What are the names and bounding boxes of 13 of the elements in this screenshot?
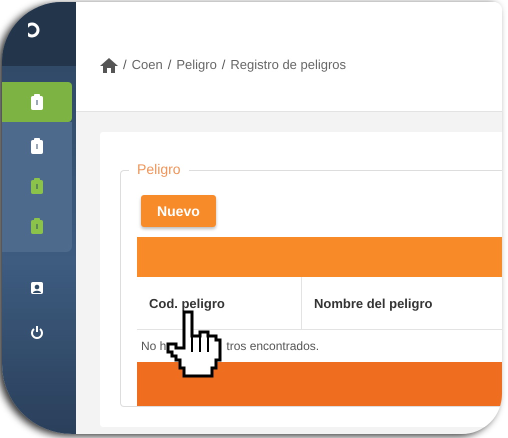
empty-message: No h — [141, 339, 166, 353]
user-icon — [30, 280, 44, 296]
column-header: Nombre del peligro — [313, 294, 432, 313]
breadcrumb-separator: / — [123, 57, 127, 72]
home-icon[interactable] — [100, 56, 118, 72]
breadcrumb-separator: / — [222, 57, 226, 72]
breadcrumb-link[interactable]: Coen — [132, 57, 163, 72]
empty-message: tros encontrados. — [226, 339, 320, 353]
breadcrumb-separator: / — [168, 57, 172, 72]
breadcrumb-link[interactable]: Peligro — [176, 57, 217, 72]
power-icon — [30, 324, 44, 340]
section-legend: Peligro — [129, 161, 189, 177]
logo-icon — [28, 20, 42, 40]
